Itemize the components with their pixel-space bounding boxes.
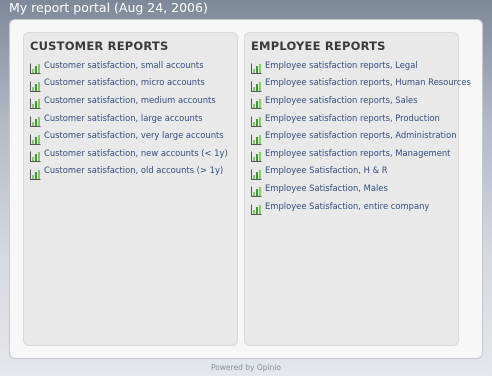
employee-reports-column: EMPLOYEE REPORTS Employee satisfaction r… — [244, 32, 471, 346]
bar-chart-icon — [251, 112, 262, 128]
report-list-item[interactable]: Employee satisfaction reports, Sales — [251, 91, 458, 110]
report-list-item[interactable]: Customer satisfaction, old accounts (> 1… — [30, 162, 237, 180]
report-list-item[interactable]: Customer satisfaction, large accounts — [30, 109, 237, 128]
report-list-item[interactable]: Employee satisfaction reports, Legal — [251, 56, 458, 75]
report-link[interactable]: Employee satisfaction reports, Administr… — [265, 130, 457, 140]
bar-chart-icon — [251, 182, 262, 198]
report-list-item[interactable]: Customer satisfaction, medium accounts — [30, 91, 237, 110]
report-link[interactable]: Customer satisfaction, old accounts (> 1… — [44, 165, 223, 175]
bar-chart-icon — [251, 77, 262, 92]
report-link[interactable]: Employee Satisfaction, entire company — [265, 201, 429, 211]
report-link[interactable]: Customer satisfaction, micro accounts — [44, 77, 205, 87]
bar-chart-icon — [251, 59, 262, 75]
bar-chart-icon — [30, 59, 41, 75]
bar-chart-icon — [251, 165, 262, 180]
report-list-item[interactable]: Employee Satisfaction, H & R — [251, 162, 458, 180]
bar-chart-icon — [30, 94, 41, 110]
report-link[interactable]: Employee satisfaction reports, Sales — [265, 95, 418, 105]
report-link[interactable]: Customer satisfaction, medium accounts — [44, 95, 216, 105]
bar-chart-icon — [30, 165, 41, 180]
report-list-item[interactable]: Employee satisfaction reports, Productio… — [251, 109, 458, 128]
bar-chart-icon — [251, 94, 262, 110]
bar-chart-icon — [30, 147, 41, 163]
report-link[interactable]: Employee Satisfaction, Males — [265, 183, 388, 193]
customer-reports-column: CUSTOMER REPORTS Customer satisfaction, … — [23, 32, 238, 346]
footer-powered-by: Powered by Opinio — [210, 363, 282, 372]
report-list-item[interactable]: Employee Satisfaction, Males — [251, 179, 458, 198]
customer-reports-list: Customer satisfaction, small accounts Cus… — [30, 56, 237, 180]
bar-chart-icon — [251, 147, 262, 163]
report-link[interactable]: Employee Satisfaction, H & R — [265, 165, 388, 175]
report-list-item[interactable]: Customer satisfaction, new accounts (< 1… — [30, 144, 237, 163]
report-link[interactable]: Customer satisfaction, new accounts (< 1… — [44, 148, 228, 158]
report-link[interactable]: Employee satisfaction reports, Legal — [265, 60, 418, 70]
report-list-item[interactable]: Employee satisfaction reports, Administr… — [251, 126, 458, 145]
report-list-item[interactable]: Employee satisfaction reports, Human Res… — [251, 74, 471, 92]
bar-chart-icon — [251, 130, 262, 145]
employee-reports-list: Employee satisfaction reports, Legal Empl… — [251, 56, 471, 216]
report-link[interactable]: Employee satisfaction reports, Managemen… — [265, 148, 450, 158]
report-link[interactable]: Customer satisfaction, small accounts — [44, 60, 204, 70]
report-link[interactable]: Employee satisfaction reports, Human Res… — [265, 77, 471, 87]
report-link[interactable]: Employee satisfaction reports, Productio… — [265, 113, 440, 123]
bar-chart-icon — [30, 77, 41, 92]
report-list-item[interactable]: Customer satisfaction, micro accounts — [30, 74, 237, 92]
report-list-item[interactable]: Customer satisfaction, very large accoun… — [30, 126, 237, 145]
report-portal-panel: CUSTOMER REPORTS Customer satisfaction, … — [9, 19, 483, 359]
report-list-item[interactable]: Employee Satisfaction, entire company — [251, 197, 458, 216]
customer-reports-heading: CUSTOMER REPORTS — [30, 39, 169, 53]
bar-chart-icon — [30, 112, 41, 128]
employee-reports-heading: EMPLOYEE REPORTS — [251, 39, 386, 53]
report-link[interactable]: Customer satisfaction, very large accoun… — [44, 130, 224, 140]
report-list-item[interactable]: Customer satisfaction, small accounts — [30, 56, 237, 75]
bar-chart-icon — [251, 200, 262, 216]
report-list-item[interactable]: Employee satisfaction reports, Managemen… — [251, 144, 458, 163]
report-link[interactable]: Customer satisfaction, large accounts — [44, 113, 202, 123]
page-title: My report portal (Aug 24, 2006) — [9, 0, 208, 15]
bar-chart-icon — [30, 130, 41, 145]
